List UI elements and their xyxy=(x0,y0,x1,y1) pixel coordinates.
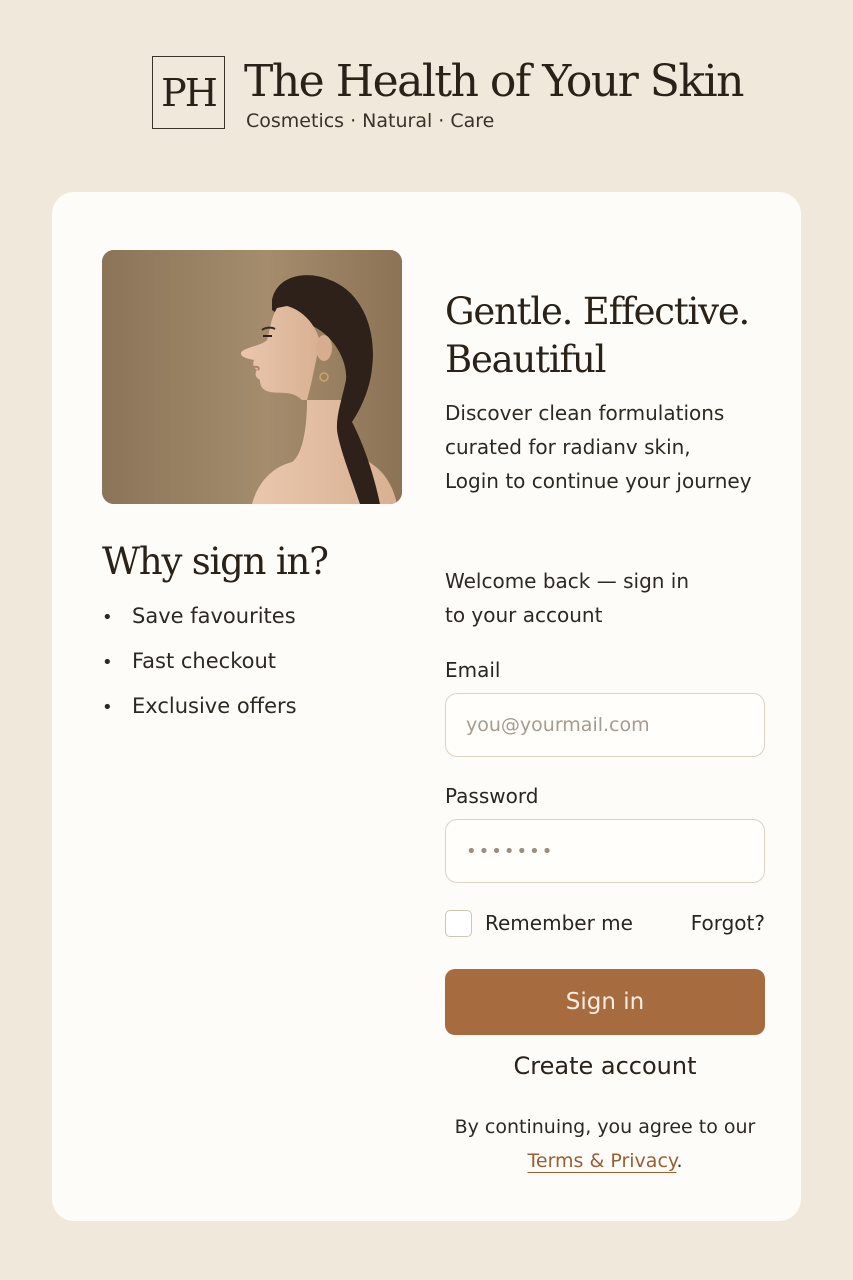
remember-checkbox[interactable] xyxy=(445,910,472,937)
remember-label[interactable]: Remember me xyxy=(485,911,633,935)
password-label: Password xyxy=(445,784,539,808)
benefits-list: • Save favourites • Fast checkout • Exclusi… xyxy=(102,604,297,739)
legal-text: By continuing, you agree to our xyxy=(454,1116,756,1138)
create-account-link[interactable]: Create account xyxy=(445,1052,765,1080)
list-item: • Save favourites xyxy=(102,604,297,649)
benefit-label: Fast checkout xyxy=(132,649,276,673)
email-field[interactable] xyxy=(445,693,765,757)
hero-intro: Discover clean formulations curated for … xyxy=(445,396,785,498)
hero-tagline: Gentle. Effective. Beautiful xyxy=(445,288,775,384)
intro-line: curated for radianv skin, xyxy=(445,435,691,459)
sign-in-button[interactable]: Sign in xyxy=(445,969,765,1035)
welcome-message: Welcome back — sign in to your account xyxy=(445,564,689,632)
password-mask: ••••••• xyxy=(466,840,555,862)
brand-logo: PH xyxy=(152,56,225,129)
welcome-line: Welcome back — sign in xyxy=(445,569,690,593)
legal-notice: By continuing, you agree to our Terms & … xyxy=(437,1110,773,1178)
terms-privacy-link[interactable]: Terms & Privacy xyxy=(528,1150,677,1172)
brand-subtitle: Cosmetics · Natural · Care xyxy=(246,110,495,132)
email-label: Email xyxy=(445,658,501,682)
intro-line: Discover clean formulations xyxy=(445,401,725,425)
login-card: Gentle. Effective. Beautiful Discover cl… xyxy=(52,192,801,1221)
list-item: • Exclusive offers xyxy=(102,694,297,739)
bullet-icon: • xyxy=(102,697,113,718)
tagline-line: Beautiful xyxy=(445,338,606,381)
legal-line: Terms & Privacy. xyxy=(437,1144,773,1178)
forgot-password-link[interactable]: Forgot? xyxy=(691,911,765,935)
remember-row: Remember me Forgot? xyxy=(445,908,765,940)
brand-title: The Health of Your Skin xyxy=(244,56,744,107)
woman-profile-illustration xyxy=(102,250,402,504)
bullet-icon: • xyxy=(102,607,113,628)
benefit-label: Save favourites xyxy=(132,604,296,628)
hero-image xyxy=(102,250,402,504)
list-item: • Fast checkout xyxy=(102,649,297,694)
password-field[interactable]: ••••••• xyxy=(445,819,765,883)
bullet-icon: • xyxy=(102,652,113,673)
welcome-line: to your account xyxy=(445,603,603,627)
brand-monogram: PH xyxy=(161,70,218,115)
brand-header: PH The Health of Your Skin Cosmetics · N… xyxy=(152,56,752,146)
tagline-line: Gentle. Effective. xyxy=(445,290,750,333)
intro-line: Login to continue your journey xyxy=(445,469,752,493)
legal-end: . xyxy=(676,1150,683,1172)
benefits-title: Why sign in? xyxy=(102,540,329,583)
benefit-label: Exclusive offers xyxy=(132,694,297,718)
